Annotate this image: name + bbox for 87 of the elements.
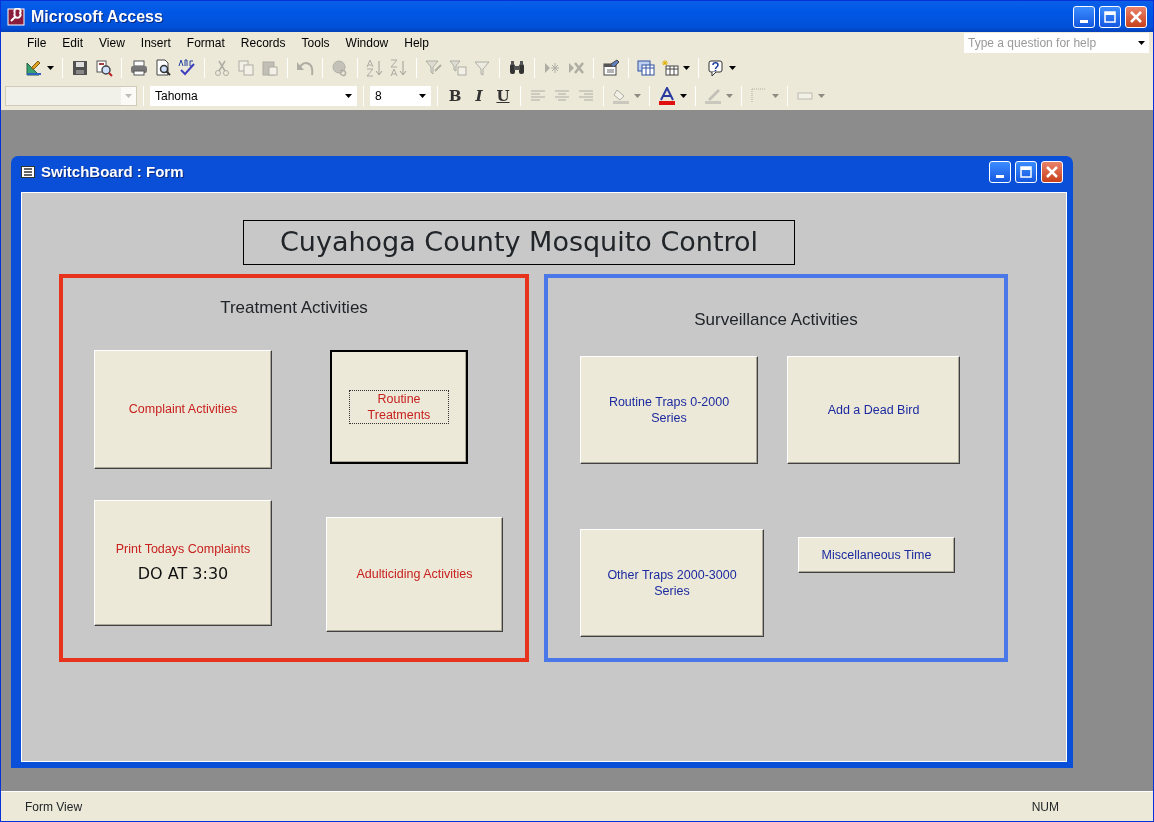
help-tool[interactable]: [705, 57, 738, 79]
dropdown-arrow-icon: [729, 66, 736, 70]
close-icon: [1128, 8, 1144, 25]
menu-item[interactable]: Help: [396, 32, 437, 54]
printer-tool[interactable]: [128, 57, 150, 79]
clipboard-icon: [261, 59, 279, 77]
switchboard-button[interactable]: Routine Traps 0-2000 Series: [580, 356, 758, 464]
menu-item[interactable]: Insert: [132, 32, 179, 54]
switchboard-button[interactable]: Other Traps 2000-3000 Series: [580, 529, 764, 637]
menu-item[interactable]: Format: [178, 32, 233, 54]
spelling-check-icon: [178, 59, 196, 77]
sort-descending-icon: [390, 59, 408, 77]
dropdown-arrow-icon: [683, 66, 690, 70]
switchboard-button[interactable]: Miscellaneous Time: [798, 537, 955, 573]
num-lock-indicator: NUM: [1031, 798, 1059, 816]
minimize-icon: [996, 175, 1004, 178]
menu-item[interactable]: Edit: [54, 32, 92, 54]
filter-icon: [473, 59, 491, 77]
copy-icon: [237, 59, 255, 77]
group-title: Treatment Activities: [219, 297, 369, 319]
dropdown-arrow-icon: [419, 94, 426, 98]
dropdown-arrow-icon: [345, 94, 352, 98]
maximize-icon: [1018, 164, 1034, 180]
switchboard-button[interactable]: Adulticiding Activities: [326, 517, 503, 632]
font-dropdown[interactable]: Tahoma: [150, 86, 357, 106]
close-icon: [1044, 164, 1060, 180]
minimize-button[interactable]: [989, 161, 1011, 183]
font-color-icon: [658, 87, 676, 105]
switchboard-button[interactable]: Routine Treatments: [330, 350, 468, 464]
group-title: Surveillance Activities: [693, 309, 859, 331]
dropdown-arrow-icon: [680, 94, 687, 98]
switchboard-button[interactable]: Add a Dead Bird: [787, 356, 960, 464]
file-search-icon: [95, 59, 113, 77]
new-table-icon: [661, 59, 679, 77]
minimize-icon: [1080, 19, 1088, 23]
binoculars-icon: [508, 59, 526, 77]
pen-line-icon: [704, 87, 722, 105]
printer-icon: [130, 59, 148, 77]
close-button[interactable]: [1041, 161, 1063, 183]
dropdown-arrow-icon: [125, 94, 132, 98]
font-color-tool[interactable]: [656, 85, 689, 107]
key-logo-icon: [7, 7, 25, 26]
print-preview-icon: [154, 59, 172, 77]
filter-form-icon: [449, 59, 467, 77]
form-heading: Cuyahoga County Mosquito Control: [243, 220, 795, 265]
database-window-icon: [637, 59, 655, 77]
properties-tool[interactable]: [600, 57, 622, 79]
menu-item[interactable]: File: [19, 32, 55, 54]
window-title: Microsoft Access: [31, 6, 163, 27]
bold-button[interactable]: B: [444, 85, 466, 107]
menu-item[interactable]: Window: [337, 32, 397, 54]
border-icon: [750, 87, 768, 105]
minimize-button[interactable]: [1073, 5, 1095, 28]
dropdown-arrow-icon: [772, 94, 779, 98]
maximize-button[interactable]: [1099, 5, 1121, 28]
dropdown-arrow-icon: [1138, 40, 1145, 45]
dropdown-arrow-icon: [726, 94, 733, 98]
help-icon: [707, 59, 725, 77]
switchboard-button[interactable]: Print Todays Complaints DO AT 3:30: [94, 500, 272, 626]
undo-icon: [296, 59, 314, 77]
ruler-triangle-icon: [25, 59, 43, 77]
dropdown-arrow-icon: [818, 94, 825, 98]
dropdown-arrow-icon: [634, 94, 641, 98]
globe-link-icon: [331, 59, 349, 77]
sort-ascending-icon: [366, 59, 384, 77]
maximize-icon: [1102, 8, 1118, 25]
switchboard-button[interactable]: Complaint Activities: [94, 350, 272, 469]
font-size-dropdown[interactable]: 8: [370, 86, 431, 106]
close-button[interactable]: [1125, 5, 1147, 28]
dropdown-arrow-icon: [47, 66, 54, 70]
help-search-field[interactable]: Type a question for help: [964, 33, 1149, 53]
paint-bucket-icon: [612, 87, 630, 105]
menu-item[interactable]: Records: [232, 32, 294, 54]
maximize-button[interactable]: [1015, 161, 1037, 183]
menu-item[interactable]: View: [91, 32, 133, 54]
underline-button[interactable]: U: [492, 85, 514, 107]
status-text: Form View: [25, 798, 83, 816]
filter-selection-icon: [425, 59, 443, 77]
form-title: SwitchBoard : Form: [41, 161, 184, 182]
italic-button[interactable]: I: [468, 85, 490, 107]
scissors-icon: [213, 59, 231, 77]
file-search-tool[interactable]: [93, 57, 115, 79]
menu-item[interactable]: Tools: [293, 32, 338, 54]
form-icon: [21, 166, 35, 178]
database-window-tool[interactable]: [635, 57, 657, 79]
new-table-tool[interactable]: [659, 57, 692, 79]
properties-icon: [602, 59, 620, 77]
